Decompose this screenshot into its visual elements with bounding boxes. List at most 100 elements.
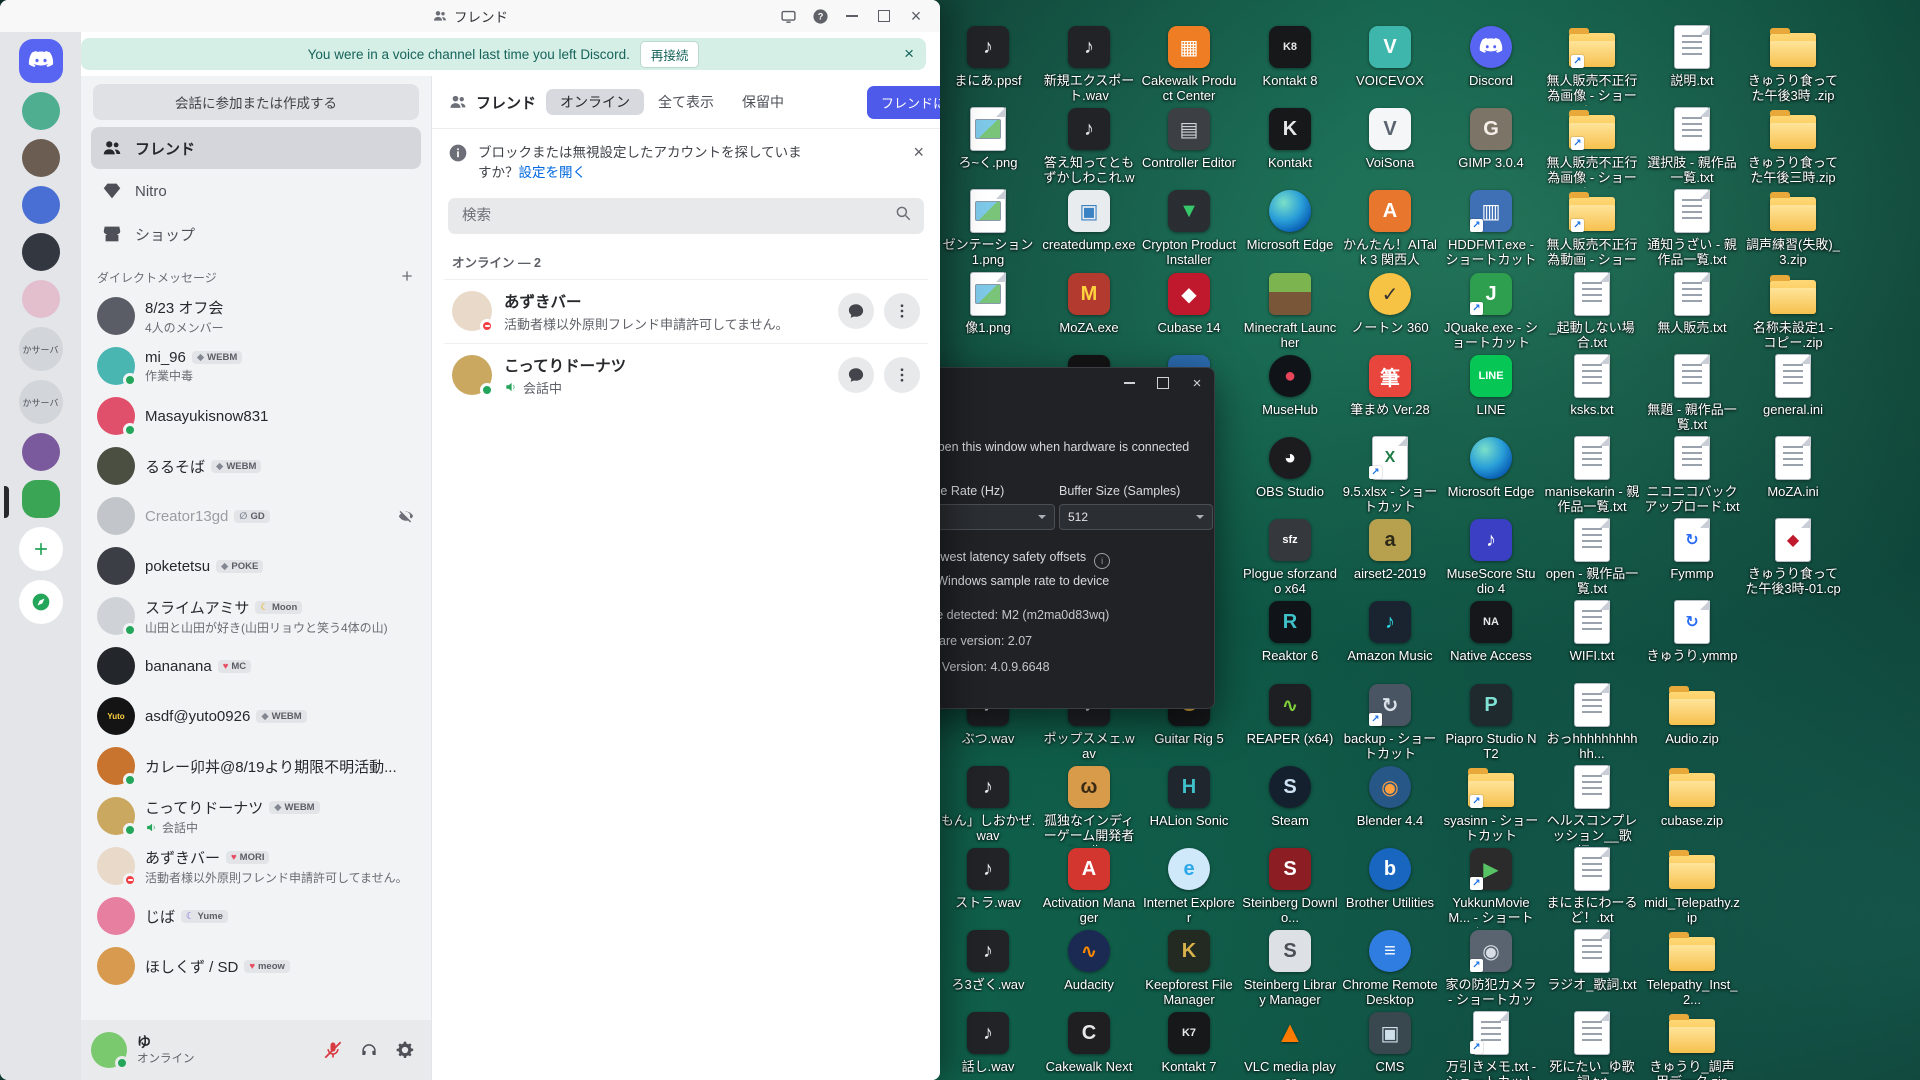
dm-item[interactable]: mi_96◆WEBM作業中毒 [89, 341, 423, 391]
popout-icon[interactable] [772, 2, 804, 30]
sidebar-item-nitro[interactable]: Nitro [91, 170, 421, 212]
server-icon[interactable] [22, 233, 60, 271]
desktop-icon[interactable]: MMoZA.exe [1041, 271, 1137, 335]
server-icon[interactable] [22, 433, 60, 471]
eye-slash-icon[interactable] [397, 507, 415, 525]
desktop-icon[interactable]: Telepathy_Inst_2... [1644, 928, 1740, 1008]
server-icon[interactable] [22, 186, 60, 224]
desktop-icon[interactable]: LINELINE [1443, 353, 1539, 417]
desktop-icon[interactable]: ♪Amazon Music [1342, 599, 1438, 663]
dm-item[interactable]: Masayukisnow831 [89, 391, 423, 441]
desktop-icon[interactable]: ↻Fymmp [1644, 517, 1740, 581]
desktop-icon[interactable]: ω孤独なインディーゲーム開発者の一生... [1041, 764, 1137, 846]
desktop-icon[interactable]: ♪まにあ.ppsf [940, 24, 1036, 88]
desktop-icon[interactable]: J↗JQuake.exe - ショートカット [1443, 271, 1539, 351]
desktop-icon[interactable]: 説明.txt [1644, 24, 1740, 88]
minimize-button[interactable] [836, 2, 868, 30]
more-button[interactable] [884, 357, 920, 393]
desktop-icon[interactable]: ✓ノートン 360 [1342, 271, 1438, 335]
server-icon[interactable] [22, 92, 60, 130]
desktop-icon[interactable]: K7Kontakt 7 [1141, 1010, 1237, 1074]
desktop-icon[interactable]: WIFI.txt [1544, 599, 1640, 663]
desktop-icon[interactable]: sfzPlogue sforzando x64 [1242, 517, 1338, 597]
friend-row[interactable]: こってりドーナツ会話中 [444, 343, 928, 407]
desktop-icon[interactable]: SSteinberg Downlo... [1242, 846, 1338, 926]
desktop-icon[interactable]: midi_Telepathy.zip [1644, 846, 1740, 926]
desktop-icon[interactable]: aairset2-2019 [1342, 517, 1438, 581]
desktop-icon[interactable]: ↗無人販売不正行為画像 - ショートカッ... [1544, 24, 1640, 106]
desktop-icon[interactable]: 死にたい_ゆ歌詞.txt [1544, 1010, 1640, 1080]
desktop-icon[interactable]: ▣CMS [1342, 1010, 1438, 1074]
desktop-icon[interactable]: ▦Cakewalk Product Center [1141, 24, 1237, 104]
desktop-icon[interactable]: ↗無人販売不正行為動画 - ショートカット [1544, 188, 1640, 270]
desktop-icon[interactable]: RReaktor 6 [1242, 599, 1338, 663]
avatar[interactable] [91, 1032, 127, 1068]
dm-item[interactable]: あずきバー♥MORI活動者様以外原則フレンド申請許可してません。 [89, 841, 423, 891]
desktop-icon[interactable]: きゅうり食ってた午後三時.zip [1745, 106, 1841, 186]
buffer-size-select[interactable]: 512 [1059, 504, 1213, 530]
desktop-icon[interactable]: ♪もん」しおかぜ.wav [940, 764, 1036, 844]
desktop-icon[interactable]: きゅうり_調声用データ.zip [1644, 1010, 1740, 1080]
desktop-icon[interactable]: SSteam [1242, 764, 1338, 828]
desktop-icon[interactable]: ◕OBS Studio [1242, 435, 1338, 499]
desktop-icon[interactable]: ♪答え知ってともずかしわこれ.wav [1041, 106, 1137, 188]
desktop-icon[interactable]: 通知うざい - 親作品一覧.txt [1644, 188, 1740, 268]
desktop-icon[interactable]: VVoiSona [1342, 106, 1438, 170]
desktop-icon[interactable]: K8Kontakt 8 [1242, 24, 1338, 88]
desktop-icon[interactable]: Discord [1443, 24, 1539, 88]
discord-titlebar[interactable]: フレンド ? × [0, 0, 940, 32]
server-icon[interactable] [22, 139, 60, 177]
desktop-icon[interactable]: ksks.txt [1544, 353, 1640, 417]
banner-close-icon[interactable]: × [904, 44, 914, 64]
message-button[interactable] [838, 357, 874, 393]
desktop-icon[interactable]: ろ~く.png [940, 106, 1036, 170]
desktop-icon[interactable]: まにまにわーるど！.txt [1544, 846, 1640, 926]
desktop-icon[interactable]: ▶↗YukkunMovieM... - ショートカット [1443, 846, 1539, 928]
server-icon[interactable]: かサーバ [19, 327, 63, 371]
desktop-icon[interactable]: ↗syasinn - ショートカット [1443, 764, 1539, 844]
discord-home-button[interactable] [19, 39, 63, 83]
dm-item[interactable]: カレー卯丼@8/19より期限不明活動... [89, 741, 423, 791]
desktop-icon[interactable]: ●MuseHub [1242, 353, 1338, 417]
desktop-icon[interactable]: 選択肢 - 親作品一覧.txt [1644, 106, 1740, 186]
search-input[interactable] [460, 207, 894, 225]
dm-item[interactable]: ほしくず / SD♥meow [89, 941, 423, 991]
desktop-icon[interactable]: ≡Chrome Remote Desktop [1342, 928, 1438, 1008]
desktop-icon[interactable]: _起動しない場合.txt [1544, 271, 1640, 351]
open-on-connect-checkbox[interactable]: Open this window when hardware is connec… [905, 438, 1189, 454]
desktop-icon[interactable]: MoZA.ini [1745, 435, 1841, 499]
explore-servers-button[interactable] [19, 580, 63, 624]
sidebar-item-friends[interactable]: フレンド [91, 127, 421, 169]
info-icon[interactable]: i [1094, 553, 1110, 569]
desktop-icon[interactable]: HHALion Sonic [1141, 764, 1237, 828]
dm-item[interactable]: 8/23 オフ会4人のメンバー [89, 291, 423, 341]
desktop-icon[interactable]: おっhhhhhhhhhhh... [1544, 682, 1640, 762]
desktop-icon[interactable]: ▤Controller Editor [1141, 106, 1237, 170]
desktop-icon[interactable]: VVOICEVOX [1342, 24, 1438, 88]
desktop-icon[interactable]: ♪話し.wav [940, 1010, 1036, 1074]
dm-item[interactable]: bananana♥MC [89, 641, 423, 691]
desktop-icon[interactable]: 無人販売.txt [1644, 271, 1740, 335]
desktop-icon[interactable]: ♪ろ3ざく.wav [940, 928, 1036, 992]
add-server-button[interactable] [19, 527, 63, 571]
desktop-icon[interactable]: ▼Crypton Product Installer [1141, 188, 1237, 268]
server-icon[interactable]: かサーバ [19, 380, 63, 424]
desktop-icon[interactable]: Audio.zip [1644, 682, 1740, 746]
sidebar-item-shop[interactable]: ショップ [91, 213, 421, 255]
help-icon[interactable]: ? [804, 2, 836, 30]
desktop-icon[interactable]: ◉Blender 4.4 [1342, 764, 1438, 828]
dm-item[interactable]: こってりドーナツ◆WEBM会話中 [89, 791, 423, 841]
desktop-icon[interactable]: ▲VLC media player [1242, 1010, 1338, 1080]
desktop-icon[interactable]: CCakewalk Next [1041, 1010, 1137, 1074]
desktop-icon[interactable]: AActivation Manager [1041, 846, 1137, 926]
desktop-icon[interactable]: ∿Audacity [1041, 928, 1137, 992]
desktop-icon[interactable]: Minecraft Launcher [1242, 271, 1338, 351]
dm-item[interactable]: Creator13gd∅GD [89, 491, 423, 541]
desktop-icon[interactable]: ラジオ_歌詞.txt [1544, 928, 1640, 992]
desktop-icon[interactable]: きゅうり食ってた午後3時 .zip [1745, 24, 1841, 104]
desktop-icon[interactable]: general.ini [1745, 353, 1841, 417]
desktop-icon[interactable]: ニコニコバックアップロード.txt [1644, 435, 1740, 515]
desktop-icon[interactable]: ♪MuseScore Studio 4 [1443, 517, 1539, 597]
mic-muted-icon[interactable] [317, 1034, 349, 1066]
desktop-icon[interactable]: bBrother Utilities [1342, 846, 1438, 910]
